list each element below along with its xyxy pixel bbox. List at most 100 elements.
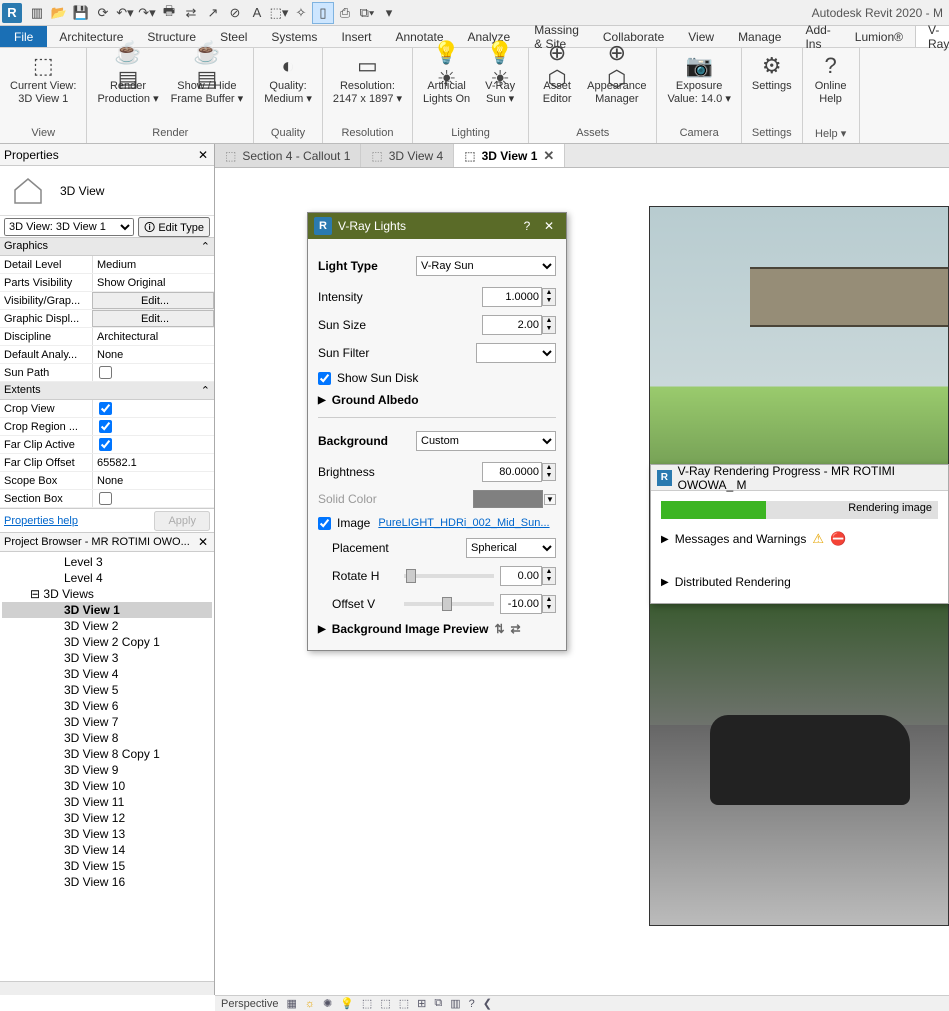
- qat-open-icon[interactable]: 📂: [48, 2, 70, 24]
- sun-filter-select[interactable]: [476, 343, 556, 363]
- tree-node[interactable]: 3D View 2: [2, 618, 212, 634]
- status-unhide-icon[interactable]: ⬚: [399, 997, 409, 1010]
- qat-redo-icon[interactable]: ↷▾: [136, 2, 158, 24]
- spin-up-icon[interactable]: ▲: [543, 317, 555, 325]
- tree-node[interactable]: 3D View 5: [2, 682, 212, 698]
- status-constraint-icon[interactable]: ▥: [450, 997, 460, 1010]
- property-checkbox[interactable]: [99, 492, 112, 505]
- tree-node[interactable]: 3D View 4: [2, 666, 212, 682]
- ribbon-button[interactable]: ?Online Help: [807, 50, 855, 108]
- spin-up-icon[interactable]: ▲: [543, 289, 555, 297]
- horizontal-scrollbar[interactable]: [0, 981, 214, 995]
- status-help-icon[interactable]: ?: [469, 998, 475, 1010]
- qat-3d-icon[interactable]: ⬚▾: [268, 2, 290, 24]
- property-checkbox[interactable]: [99, 438, 112, 451]
- ribbon-tab-view[interactable]: View: [676, 26, 726, 47]
- status-crop-icon[interactable]: ⬚: [362, 997, 372, 1010]
- status-reveal-icon[interactable]: ⧉: [434, 997, 442, 1010]
- qat-project-icon[interactable]: ▥: [26, 2, 48, 24]
- vray-lights-dialog[interactable]: R V-Ray Lights ? ✕ Light Type V-Ray Sun …: [307, 212, 567, 651]
- vray-help-icon[interactable]: ?: [516, 219, 538, 233]
- tree-node[interactable]: 3D View 8 Copy 1: [2, 746, 212, 762]
- property-value[interactable]: Medium: [92, 256, 214, 273]
- placement-select[interactable]: Spherical: [466, 538, 556, 558]
- property-value[interactable]: [92, 418, 214, 435]
- property-checkbox[interactable]: [99, 366, 112, 379]
- qat-print-icon[interactable]: 🖶: [158, 2, 180, 24]
- spin-down-icon[interactable]: ▼: [543, 472, 555, 480]
- distributed-section[interactable]: ▶ Distributed Rendering: [651, 569, 948, 595]
- tree-node[interactable]: 3D View 6: [2, 698, 212, 714]
- qat-close-icon[interactable]: ⎙: [334, 2, 356, 24]
- light-type-select[interactable]: V-Ray Sun: [416, 256, 556, 276]
- property-value[interactable]: None: [92, 472, 214, 489]
- property-value[interactable]: Edit...: [92, 310, 214, 327]
- status-graphics-icon[interactable]: ▦: [286, 997, 296, 1010]
- qat-dim-icon[interactable]: ⊘: [224, 2, 246, 24]
- spin-up-icon[interactable]: ▲: [543, 568, 555, 576]
- image-checkbox[interactable]: [318, 517, 331, 530]
- bg-preview-section[interactable]: ▶ Background Image Preview ⇅⇄: [318, 618, 556, 640]
- refresh-icon[interactable]: ⇄: [511, 622, 521, 636]
- property-value[interactable]: [92, 436, 214, 453]
- tree-node[interactable]: ⊟ 3D Views: [2, 586, 212, 602]
- tree-node[interactable]: 3D View 7: [2, 714, 212, 730]
- ribbon-tab-systems[interactable]: Systems: [259, 26, 329, 47]
- spin-down-icon[interactable]: ▼: [543, 604, 555, 612]
- tree-node[interactable]: 3D View 8: [2, 730, 212, 746]
- spin-down-icon[interactable]: ▼: [543, 325, 555, 333]
- color-dropdown-icon[interactable]: ▼: [544, 494, 556, 505]
- ribbon-button[interactable]: ☕ ▤Show / Hide Frame Buffer ▾: [165, 50, 250, 108]
- ribbon-button[interactable]: ⊕ ⬡Asset Editor: [533, 50, 581, 108]
- tree-node[interactable]: 3D View 13: [2, 826, 212, 842]
- tree-node[interactable]: 3D View 2 Copy 1: [2, 634, 212, 650]
- offset-v-slider[interactable]: [404, 602, 494, 606]
- rotate-h-slider[interactable]: [404, 574, 494, 578]
- status-bulb-icon[interactable]: 💡: [340, 997, 354, 1010]
- show-sun-disk-checkbox[interactable]: [318, 372, 331, 385]
- qat-switch-icon[interactable]: ⧉▾: [356, 2, 378, 24]
- tree-node[interactable]: 3D View 14: [2, 842, 212, 858]
- property-value[interactable]: Edit...: [92, 292, 214, 309]
- property-value[interactable]: None: [92, 346, 214, 363]
- view-tab[interactable]: ⬚3D View 4: [361, 144, 454, 167]
- ribbon-button[interactable]: ◐Quality: Medium ▾: [258, 50, 318, 108]
- project-browser-close-icon[interactable]: ✕: [196, 535, 210, 549]
- tree-node[interactable]: 3D View 11: [2, 794, 212, 810]
- tree-node[interactable]: 3D View 10: [2, 778, 212, 794]
- ribbon-button[interactable]: ⬚Current View: 3D View 1: [4, 50, 82, 108]
- qat-customize-icon[interactable]: ▾: [378, 2, 400, 24]
- background-select[interactable]: Custom: [416, 431, 556, 451]
- file-tab[interactable]: File: [0, 26, 47, 47]
- properties-section-extents[interactable]: Extents⌃: [0, 382, 214, 400]
- vray-dialog-titlebar[interactable]: R V-Ray Lights ? ✕: [308, 213, 566, 239]
- qat-sync-icon[interactable]: ⟳: [92, 2, 114, 24]
- tree-node[interactable]: Level 4: [2, 570, 212, 586]
- ribbon-button[interactable]: 📷Exposure Value: 14.0 ▾: [661, 50, 736, 108]
- qat-align-icon[interactable]: ↗: [202, 2, 224, 24]
- offset-v-input[interactable]: [500, 594, 542, 614]
- spin-up-icon[interactable]: ▲: [543, 464, 555, 472]
- tree-node[interactable]: 3D View 16: [2, 874, 212, 890]
- spin-down-icon[interactable]: ▼: [543, 576, 555, 584]
- tree-node[interactable]: 3D View 12: [2, 810, 212, 826]
- ground-albedo-section[interactable]: ▶Ground Albedo: [318, 389, 556, 411]
- status-shadow-icon[interactable]: ✺: [323, 997, 332, 1010]
- status-sun-icon[interactable]: ☼: [305, 998, 315, 1010]
- qat-thin-icon[interactable]: ▯: [312, 2, 334, 24]
- intensity-input[interactable]: [482, 287, 542, 307]
- property-value[interactable]: [92, 364, 214, 381]
- ribbon-tab-lumion-[interactable]: Lumion®: [843, 26, 915, 47]
- tree-node[interactable]: 3D View 3: [2, 650, 212, 666]
- qat-measure-icon[interactable]: ⇄: [180, 2, 202, 24]
- qat-text-icon[interactable]: A: [246, 2, 268, 24]
- ribbon-tab-v-ray[interactable]: V-Ray: [915, 26, 949, 47]
- property-checkbox[interactable]: [99, 420, 112, 433]
- status-more-icon[interactable]: ❮: [483, 997, 492, 1010]
- ribbon-button[interactable]: ▭Resolution: 2147 x 1897 ▾: [327, 50, 408, 108]
- type-selector[interactable]: 3D View: [0, 166, 214, 216]
- property-value[interactable]: 65582.1: [92, 454, 214, 471]
- messages-section[interactable]: ▶ Messages and Warnings ⚠ ⛔: [651, 525, 948, 553]
- edit-type-button[interactable]: 🛈 Edit Type: [138, 217, 210, 237]
- project-browser-tree[interactable]: Level 3Level 4⊟ 3D Views3D View 13D View…: [0, 552, 214, 981]
